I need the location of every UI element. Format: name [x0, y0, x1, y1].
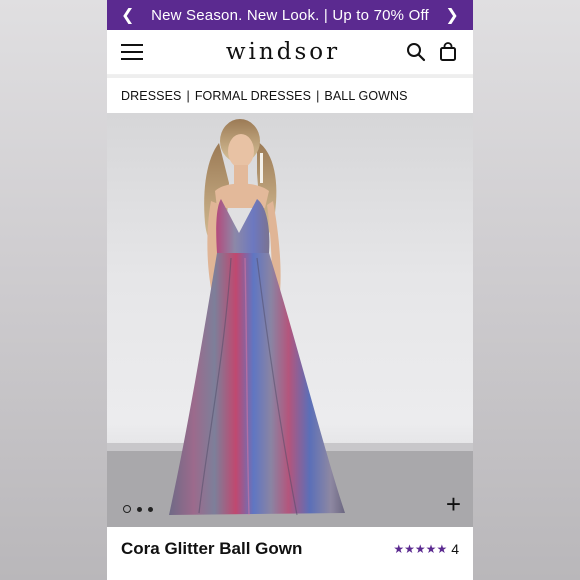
site-header: windsor	[107, 30, 473, 75]
review-count[interactable]: 4	[451, 541, 459, 557]
promo-banner: ❮ New Season. New Look. | Up to 70% Off …	[107, 0, 473, 30]
product-photo-illustration	[107, 119, 473, 527]
gallery-dot-3[interactable]	[148, 506, 153, 512]
plus-icon[interactable]: +	[446, 491, 461, 517]
search-icon[interactable]	[405, 41, 427, 63]
site-logo[interactable]: windsor	[226, 39, 340, 65]
product-rating[interactable]: ★★★★★ 4	[393, 541, 459, 557]
breadcrumb-formal-dresses[interactable]: FORMAL DRESSES	[195, 89, 311, 103]
hamburger-menu-icon[interactable]	[121, 44, 143, 60]
product-title: Cora Glitter Ball Gown	[121, 539, 303, 558]
mobile-page: ❮ New Season. New Look. | Up to 70% Off …	[107, 0, 473, 580]
promo-text[interactable]: New Season. New Look. | Up to 70% Off	[151, 7, 429, 24]
breadcrumb-ball-gowns[interactable]: BALL GOWNS	[324, 89, 407, 103]
breadcrumb: DRESSES | FORMAL DRESSES | BALL GOWNS	[107, 78, 473, 113]
product-image[interactable]: +	[107, 113, 473, 527]
gallery-dot-2[interactable]	[137, 506, 142, 512]
gallery-dots	[123, 505, 153, 513]
background-left	[0, 0, 107, 580]
star-rating-icon: ★★★★★	[393, 542, 448, 556]
shopping-bag-icon[interactable]	[437, 41, 459, 63]
chevron-right-icon[interactable]: ❯	[445, 5, 459, 25]
chevron-left-icon[interactable]: ❮	[121, 5, 135, 25]
breadcrumb-separator: |	[316, 88, 320, 103]
breadcrumb-dresses[interactable]: DRESSES	[121, 89, 181, 103]
background-right	[473, 0, 580, 580]
product-info: Cora Glitter Ball Gown ★★★★★ 4	[107, 527, 473, 559]
breadcrumb-separator: |	[186, 88, 190, 103]
gallery-dot-1[interactable]	[123, 505, 131, 513]
